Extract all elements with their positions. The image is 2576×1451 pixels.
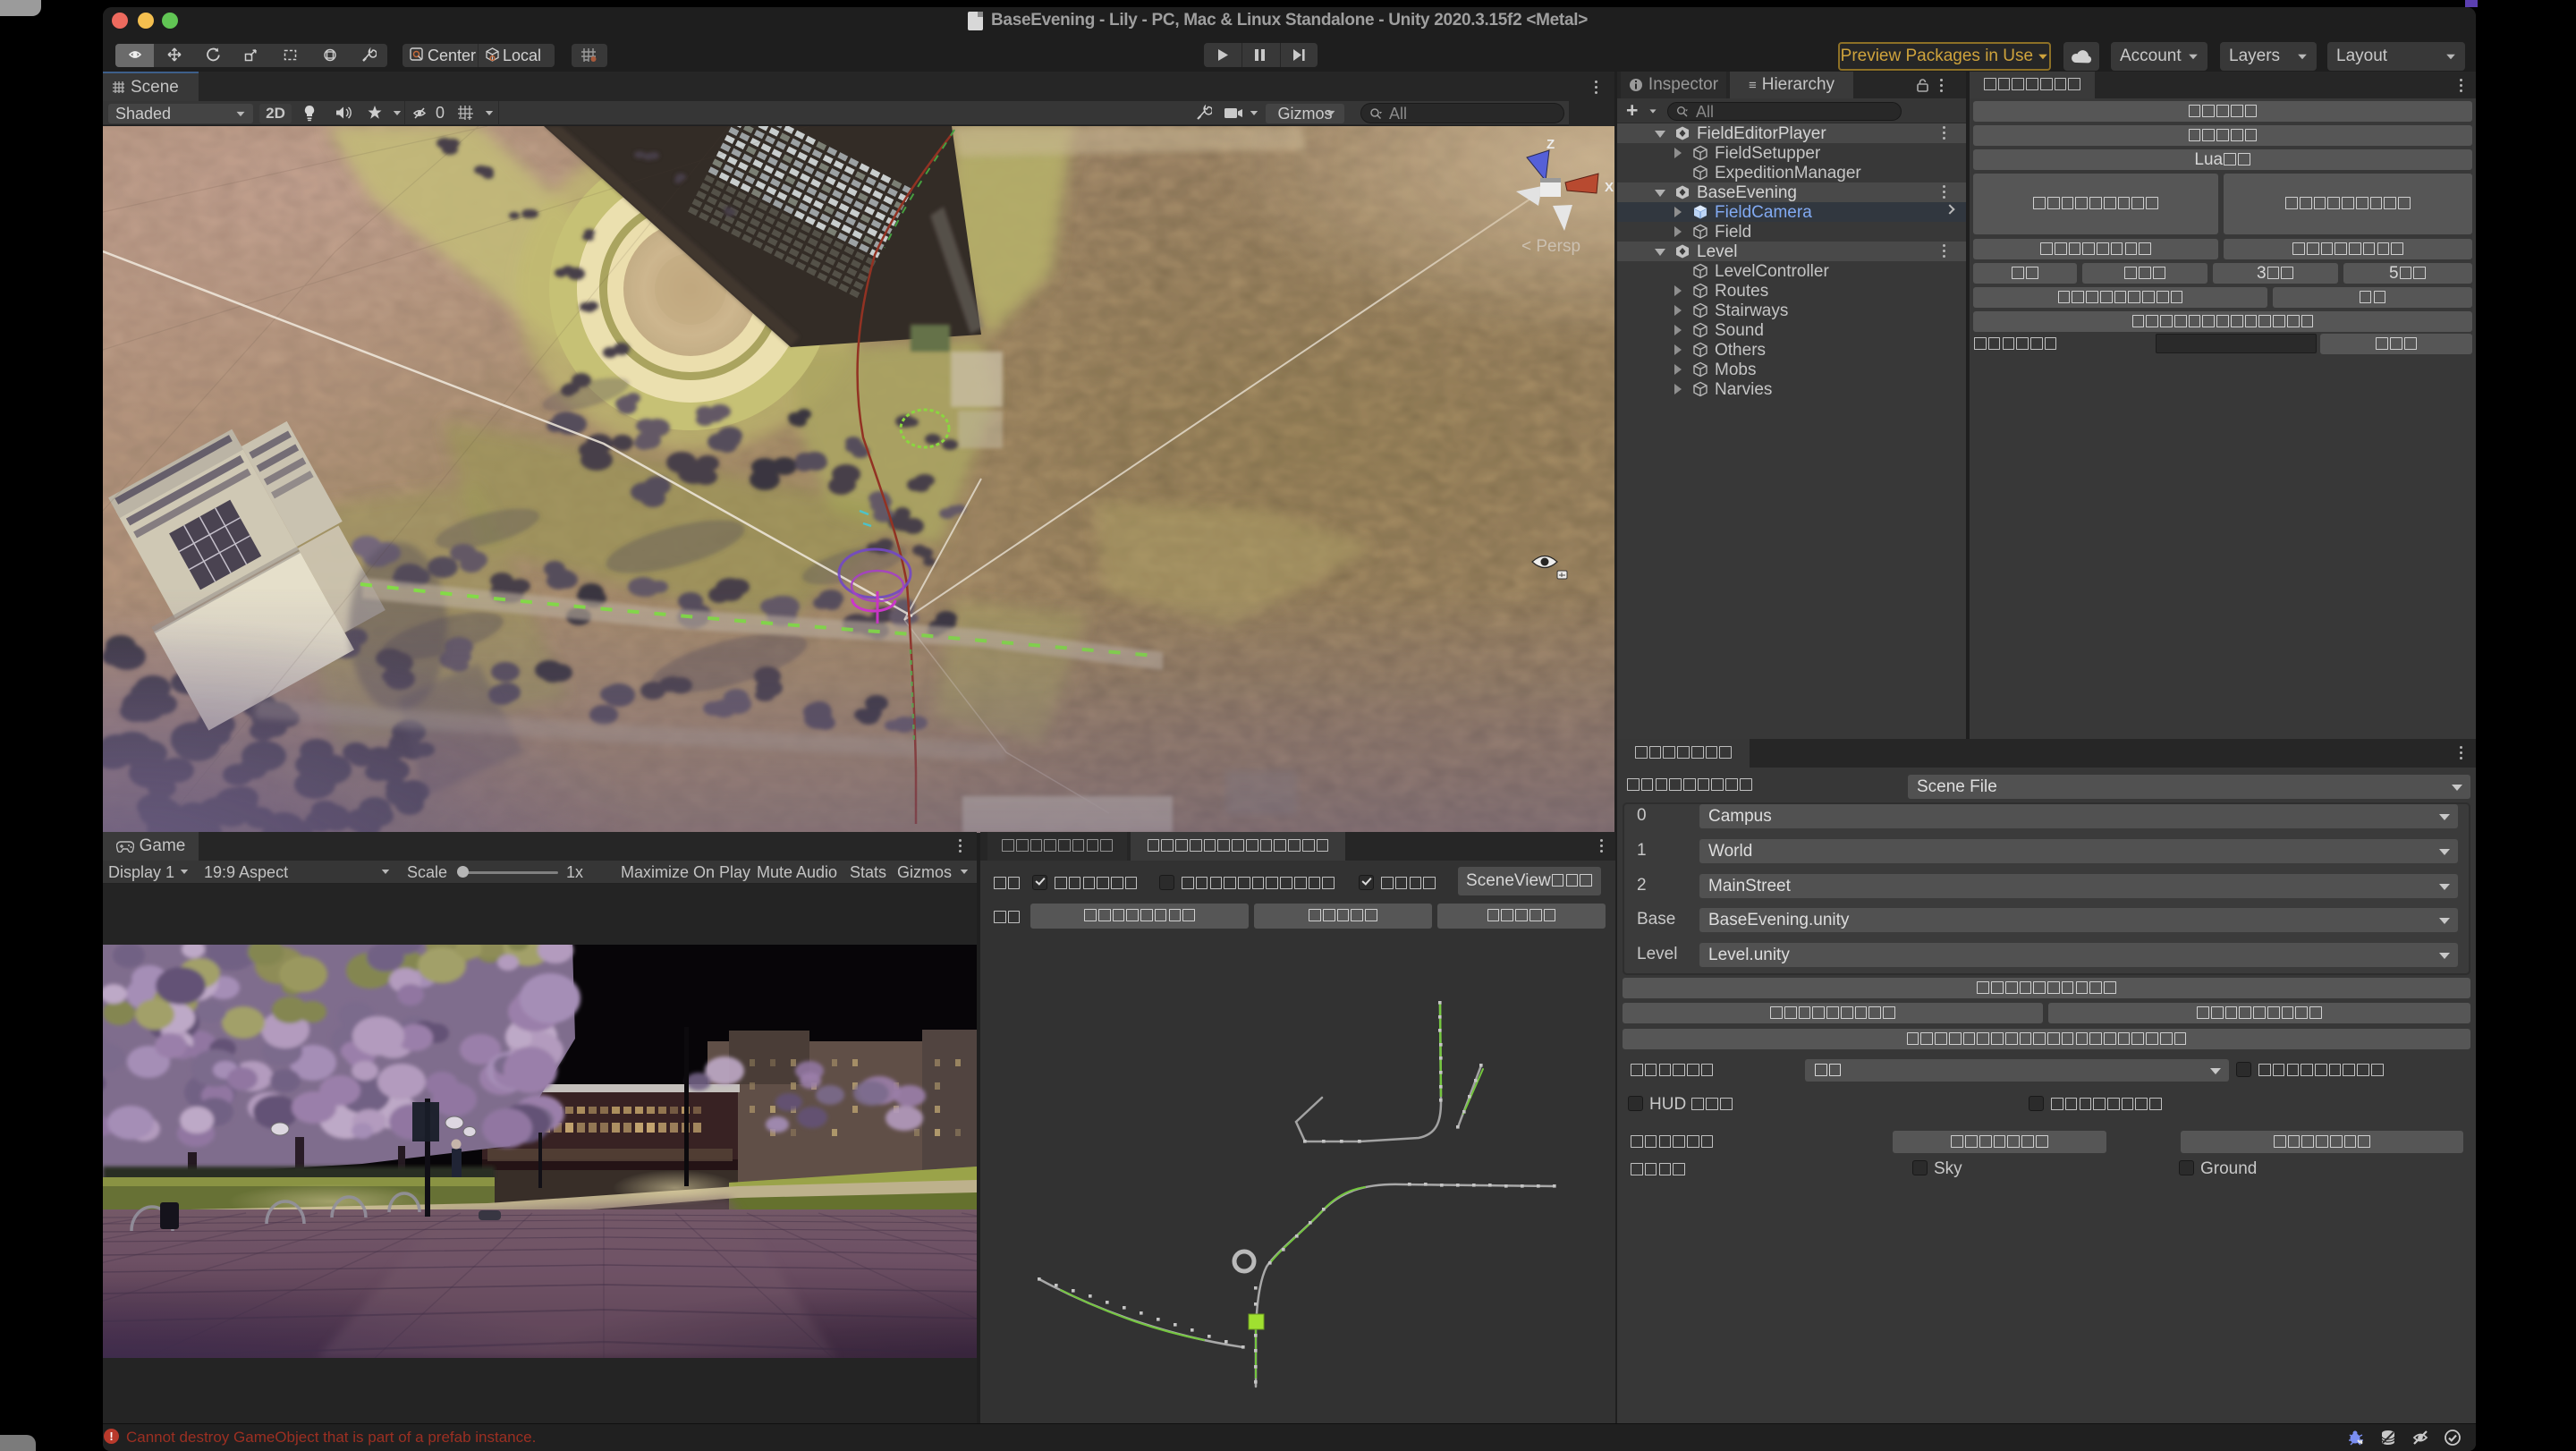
svg-text:Z: Z xyxy=(1546,137,1555,152)
svg-text:X: X xyxy=(1605,180,1614,195)
svg-text:< Persp: < Persp xyxy=(1521,237,1580,256)
